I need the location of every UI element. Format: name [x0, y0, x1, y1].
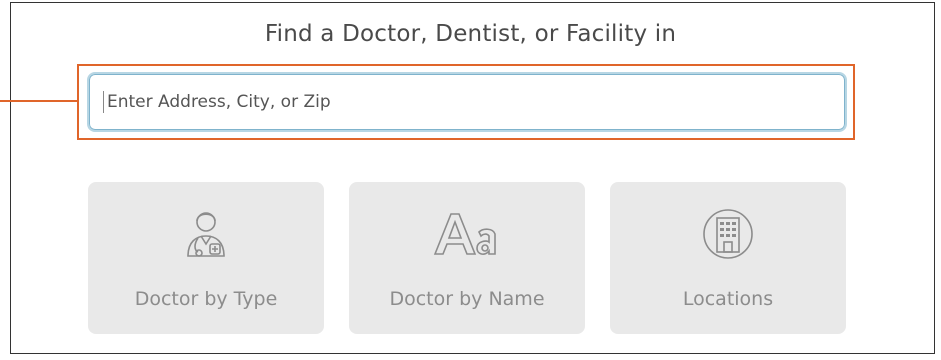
doctor-by-type-button[interactable]: Doctor by Type [88, 182, 324, 334]
search-input[interactable] [87, 72, 847, 132]
text-caret [103, 91, 104, 113]
callout-line [0, 100, 77, 102]
card-label: Doctor by Name [389, 288, 545, 310]
locations-button[interactable]: Locations [610, 182, 846, 334]
letters-aa-icon [349, 204, 585, 264]
doctor-by-name-button[interactable]: Doctor by Name [349, 182, 585, 334]
card-label: Locations [682, 288, 774, 310]
card-label: Doctor by Type [134, 288, 278, 310]
doctor-icon [88, 204, 324, 264]
building-icon [610, 204, 846, 264]
page-title: Find a Doctor, Dentist, or Facility in [264, 21, 677, 47]
